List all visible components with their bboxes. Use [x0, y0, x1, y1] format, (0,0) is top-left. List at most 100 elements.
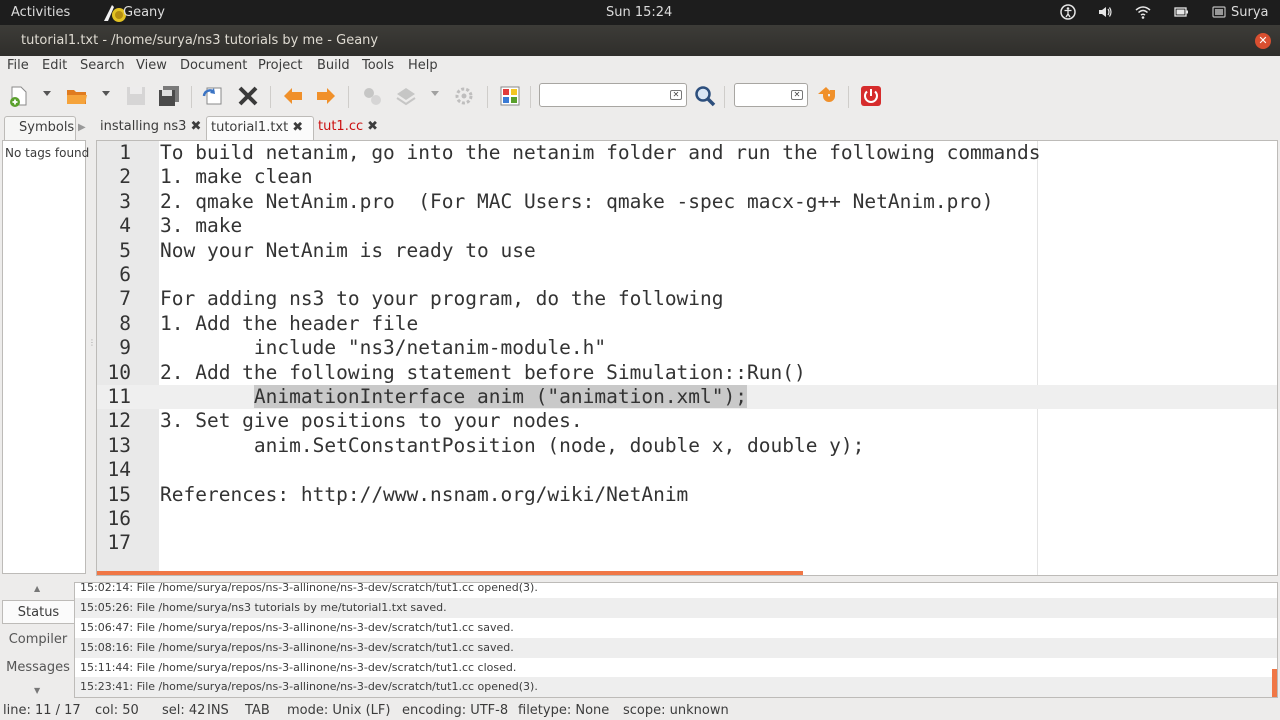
menu-search[interactable]: Search: [80, 58, 125, 73]
user-menu[interactable]: Surya: [1231, 5, 1269, 20]
goto-line-entry[interactable]: ✕: [734, 83, 808, 107]
new-file-dropdown-icon[interactable]: [43, 91, 51, 96]
tab-status[interactable]: Status: [2, 600, 74, 624]
status-ins: INS: [207, 703, 229, 718]
execute-icon[interactable]: [452, 84, 476, 108]
line-text[interactable]: anim.SetConstantPosition (node, double x…: [160, 434, 865, 457]
selected-text[interactable]: AnimationInterface anim ("animation.xml"…: [253, 385, 748, 408]
toolbar-separator: [270, 86, 271, 108]
search-entry[interactable]: ✕: [539, 83, 687, 107]
pane-resize-grip[interactable]: ⋮: [88, 338, 96, 347]
build-dropdown-icon[interactable]: [431, 91, 439, 96]
tab-symbols[interactable]: Symbols: [4, 116, 76, 140]
tabs-scroll-up-icon[interactable]: ▲: [34, 584, 40, 593]
code-line[interactable]: 13 anim.SetConstantPosition (node, doubl…: [97, 434, 1277, 458]
close-file-icon[interactable]: [236, 84, 260, 108]
battery-icon[interactable]: [1173, 4, 1189, 20]
status-tab: TAB: [245, 703, 270, 718]
menu-file[interactable]: File: [7, 58, 29, 73]
menu-build[interactable]: Build: [317, 58, 350, 73]
back-arrow-icon[interactable]: [281, 84, 305, 108]
menu-edit[interactable]: Edit: [42, 58, 67, 73]
code-line[interactable]: 10 2. Add the following statement before …: [97, 361, 1277, 385]
line-text[interactable]: Now your NetAnim is ready to use: [160, 239, 536, 262]
horizontal-scrollbar[interactable]: [97, 571, 803, 575]
goto-line-icon[interactable]: [814, 84, 838, 108]
quit-icon[interactable]: [859, 84, 883, 108]
code-line[interactable]: 3 2. qmake NetAnim.pro (For MAC Users: qm…: [97, 190, 1277, 214]
user-icon[interactable]: [1211, 4, 1227, 20]
clear-search-icon[interactable]: ✕: [670, 90, 682, 100]
code-line[interactable]: 5 Now your NetAnim is ready to use: [97, 239, 1277, 263]
code-line[interactable]: 6: [97, 263, 1277, 287]
messages-scrollbar[interactable]: [1272, 669, 1277, 697]
code-line[interactable]: 16: [97, 507, 1277, 531]
close-tab-icon[interactable]: ✖: [292, 120, 303, 135]
color-chooser-icon[interactable]: [498, 84, 522, 108]
new-file-icon[interactable]: [7, 84, 31, 108]
menu-help[interactable]: Help: [408, 58, 438, 73]
menu-view[interactable]: View: [136, 58, 167, 73]
compile-icon[interactable]: [360, 84, 384, 108]
code-line[interactable]: 9 include "ns3/netanim-module.h": [97, 336, 1277, 360]
open-file-dropdown-icon[interactable]: [102, 91, 110, 96]
tab-installing-ns3[interactable]: installing ns3 ✖: [96, 116, 205, 140]
app-menu[interactable]: Geany: [123, 5, 165, 20]
tab-compiler[interactable]: Compiler: [2, 628, 74, 652]
line-text[interactable]: To build netanim, go into the netanim fo…: [160, 141, 1041, 164]
menu-tools[interactable]: Tools: [362, 58, 394, 73]
code-line[interactable]: 4 3. make: [97, 214, 1277, 238]
status-line: line: 11 / 17: [3, 703, 81, 718]
line-text[interactable]: 2. qmake NetAnim.pro (For MAC Users: qma…: [160, 190, 994, 213]
menu-project[interactable]: Project: [258, 58, 302, 73]
save-all-icon[interactable]: [157, 84, 181, 108]
tab-tutorial1[interactable]: tutorial1.txt ✖: [206, 116, 314, 140]
code-line[interactable]: 11 AnimationInterface anim ("animation.x…: [97, 385, 1277, 410]
clear-goto-icon[interactable]: ✕: [791, 90, 803, 100]
close-tab-icon[interactable]: ✖: [190, 119, 201, 134]
sidebar-scroll-right-icon[interactable]: ▶: [78, 122, 86, 133]
toolbar-separator: [348, 86, 349, 108]
code-line[interactable]: 12 3. Set give positions to your nodes.: [97, 409, 1277, 433]
tab-tut1-cc[interactable]: tut1.cc ✖: [314, 116, 390, 140]
forward-arrow-icon[interactable]: [314, 84, 338, 108]
open-file-icon[interactable]: [65, 84, 89, 108]
line-text[interactable]: For adding ns3 to your program, do the f…: [160, 287, 724, 310]
line-text[interactable]: AnimationInterface anim ("animation.xml"…: [160, 385, 748, 408]
code-line[interactable]: 14: [97, 458, 1277, 482]
clock[interactable]: Sun 15:24: [606, 5, 672, 20]
line-number: 2: [119, 165, 131, 189]
tab-label: installing ns3: [100, 119, 187, 134]
line-text[interactable]: References: http://www.nsnam.org/wiki/Ne…: [160, 483, 688, 506]
tabs-scroll-down-icon[interactable]: ▼: [34, 686, 40, 695]
accessibility-icon[interactable]: [1060, 4, 1076, 20]
menu-document[interactable]: Document: [180, 58, 247, 73]
search-icon[interactable]: [693, 84, 717, 108]
save-icon[interactable]: [124, 84, 148, 108]
activities-button[interactable]: Activities: [11, 5, 70, 20]
code-line[interactable]: 2 1. make clean: [97, 165, 1277, 189]
code-editor[interactable]: 1 To build netanim, go into the netanim f…: [96, 140, 1278, 576]
build-icon[interactable]: [394, 84, 418, 108]
code-line[interactable]: 8 1. Add the header file: [97, 312, 1277, 336]
line-text[interactable]: 1. make clean: [160, 165, 313, 188]
line-text[interactable]: include "ns3/netanim-module.h": [160, 336, 606, 359]
line-text[interactable]: 1. Add the header file: [160, 312, 418, 335]
search-input[interactable]: [540, 84, 686, 106]
code-line[interactable]: 1 To build netanim, go into the netanim f…: [97, 141, 1277, 165]
line-text[interactable]: 3. Set give positions to your nodes.: [160, 409, 583, 432]
tab-label: tutorial1.txt: [211, 120, 289, 135]
volume-icon[interactable]: [1097, 4, 1113, 20]
window-title: tutorial1.txt - /home/surya/ns3 tutorial…: [21, 33, 379, 48]
window-close-button[interactable]: ✕: [1255, 33, 1271, 49]
code-line[interactable]: 17: [97, 531, 1277, 555]
wifi-icon[interactable]: [1135, 4, 1151, 20]
close-tab-icon[interactable]: ✖: [367, 119, 378, 134]
line-text[interactable]: 2. Add the following statement before Si…: [160, 361, 806, 384]
line-number: 6: [119, 263, 131, 286]
code-line[interactable]: 15 References: http://www.nsnam.org/wiki/…: [97, 483, 1277, 507]
tab-messages[interactable]: Messages: [2, 656, 74, 680]
line-text[interactable]: 3. make: [160, 214, 242, 237]
revert-icon[interactable]: [201, 84, 225, 108]
code-line[interactable]: 7 For adding ns3 to your program, do the …: [97, 287, 1277, 311]
